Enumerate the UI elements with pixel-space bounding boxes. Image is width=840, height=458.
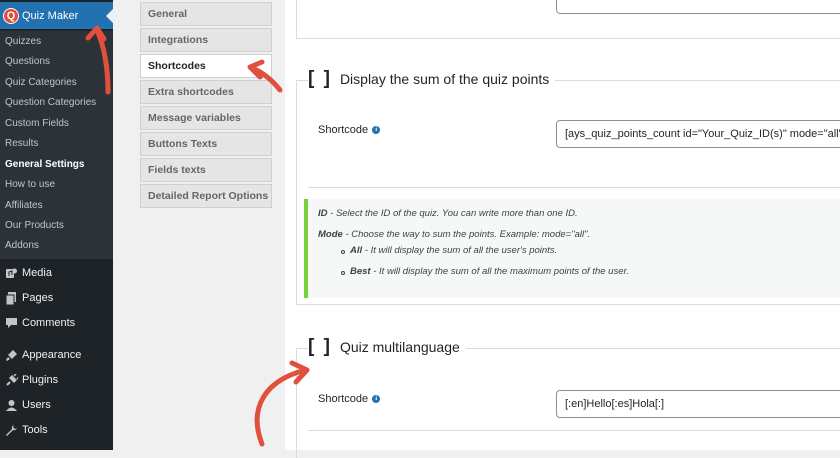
info-icon[interactable]: i: [372, 395, 381, 403]
info-icon[interactable]: i: [372, 126, 381, 134]
sidebar-item-label: Pages: [22, 292, 54, 304]
tab-extra-shortcodes[interactable]: Extra shortcodes: [140, 80, 272, 104]
divider: [308, 187, 840, 188]
media-icon: [0, 267, 22, 280]
sidebar-item-label: Tools: [22, 424, 48, 436]
multilanguage-shortcode-input[interactable]: [:en]Hello[:es]Hola[:]: [556, 390, 840, 418]
users-icon: [0, 399, 22, 412]
shortcode-label-text: Shortcode: [318, 393, 369, 405]
submenu-item-questions[interactable]: Questions: [5, 56, 50, 67]
note-all: All - It will display the sum of all the…: [350, 245, 557, 256]
submenu-item-how-to-use[interactable]: How to use: [5, 179, 55, 190]
submenu-item-addons[interactable]: Addons: [5, 240, 39, 251]
sidebar-item-label: Appearance: [22, 349, 82, 361]
tab-buttons-texts[interactable]: Buttons Texts: [140, 132, 272, 156]
sidebar-item-media[interactable]: Media: [0, 260, 113, 286]
section-heading: Display the sum of the quiz points: [339, 71, 550, 87]
note-text: - Select the ID of the quiz. You can wri…: [327, 208, 578, 219]
tab-integrations[interactable]: Integrations: [140, 28, 272, 52]
bullet-icon: [341, 271, 345, 275]
shortcode-label-text: Shortcode: [318, 124, 369, 136]
note-key: All: [350, 245, 363, 256]
section-title-sum-of-points: [ ] Display the sum of the quiz points: [308, 68, 556, 90]
sidebar-item-label: Users: [22, 399, 51, 411]
sidebar-item-tools[interactable]: Tools: [0, 417, 113, 443]
sidebar-item-label: Media: [22, 267, 52, 279]
tab-detailed-report-options[interactable]: Detailed Report Options: [140, 184, 272, 208]
shortcode-notes: ID - Select the ID of the quiz. You can …: [304, 199, 840, 298]
tab-general[interactable]: General: [140, 2, 272, 26]
sidebar-item-label: Quiz Maker: [22, 9, 79, 22]
submenu-item-our-products[interactable]: Our Products: [5, 220, 64, 231]
submenu-item-results[interactable]: Results: [5, 138, 38, 149]
quiz-maker-logo-icon: Q: [3, 7, 19, 24]
submenu-item-general-settings[interactable]: General Settings: [5, 159, 84, 170]
previous-shortcode-input[interactable]: [556, 0, 840, 14]
tools-icon: [0, 424, 22, 437]
divider: [308, 430, 840, 431]
sidebar-item-appearance[interactable]: Appearance: [0, 342, 113, 368]
note-key: ID: [318, 208, 328, 219]
shortcode-brackets-icon: [ ]: [308, 336, 332, 357]
admin-sidebar: Q Quiz Maker Quizzes Questions Quiz Cate…: [0, 0, 113, 450]
submenu-item-affiliates[interactable]: Affiliates: [5, 200, 43, 211]
comments-icon: [0, 317, 22, 329]
sidebar-item-comments[interactable]: Comments: [0, 310, 113, 336]
sidebar-item-quiz-maker[interactable]: Q Quiz Maker: [0, 2, 113, 29]
section-title-quiz-multilanguage: [ ] Quiz multilanguage: [308, 336, 466, 358]
appearance-icon: [0, 349, 22, 362]
sidebar-item-label: Comments: [22, 317, 76, 329]
sidebar-item-users[interactable]: Users: [0, 392, 113, 418]
submenu-item-quiz-categories[interactable]: Quiz Categories: [5, 77, 77, 88]
note-text: - It will display the sum of all the use…: [362, 245, 558, 256]
quiz-maker-submenu: Quizzes Questions Quiz Categories Questi…: [0, 31, 113, 259]
sidebar-item-label: Plugins: [22, 374, 59, 386]
note-key: Mode: [318, 229, 343, 240]
shortcode-label: Shortcode i: [318, 124, 381, 136]
note-id: ID - Select the ID of the quiz. You can …: [318, 208, 578, 219]
pages-icon: [0, 291, 22, 305]
submenu-item-quizzes[interactable]: Quizzes: [5, 36, 41, 47]
note-mode: Mode - Choose the way to sum the points.…: [318, 229, 590, 240]
note-text: - It will display the sum of all the max…: [370, 266, 629, 277]
bullet-icon: [341, 250, 345, 254]
plugins-icon: [0, 373, 22, 387]
note-text: - Choose the way to sum the points. Exam…: [342, 229, 591, 240]
submenu-item-custom-fields[interactable]: Custom Fields: [5, 118, 69, 129]
tab-shortcodes[interactable]: Shortcodes: [140, 54, 272, 78]
submenu-item-question-categories[interactable]: Question Categories: [5, 97, 96, 108]
tab-fields-texts[interactable]: Fields texts: [140, 158, 272, 182]
tab-message-variables[interactable]: Message variables: [140, 106, 272, 130]
shortcode-label: Shortcode i: [318, 393, 381, 405]
section-heading: Quiz multilanguage: [339, 339, 460, 355]
note-key: Best: [350, 266, 371, 277]
shortcode-brackets-icon: [ ]: [308, 68, 332, 89]
sidebar-item-plugins[interactable]: Plugins: [0, 367, 113, 393]
points-count-shortcode-input[interactable]: [ays_quiz_points_count id="Your_Quiz_ID(…: [556, 120, 840, 148]
note-best: Best - It will display the sum of all th…: [350, 266, 629, 277]
sidebar-item-pages[interactable]: Pages: [0, 285, 113, 311]
